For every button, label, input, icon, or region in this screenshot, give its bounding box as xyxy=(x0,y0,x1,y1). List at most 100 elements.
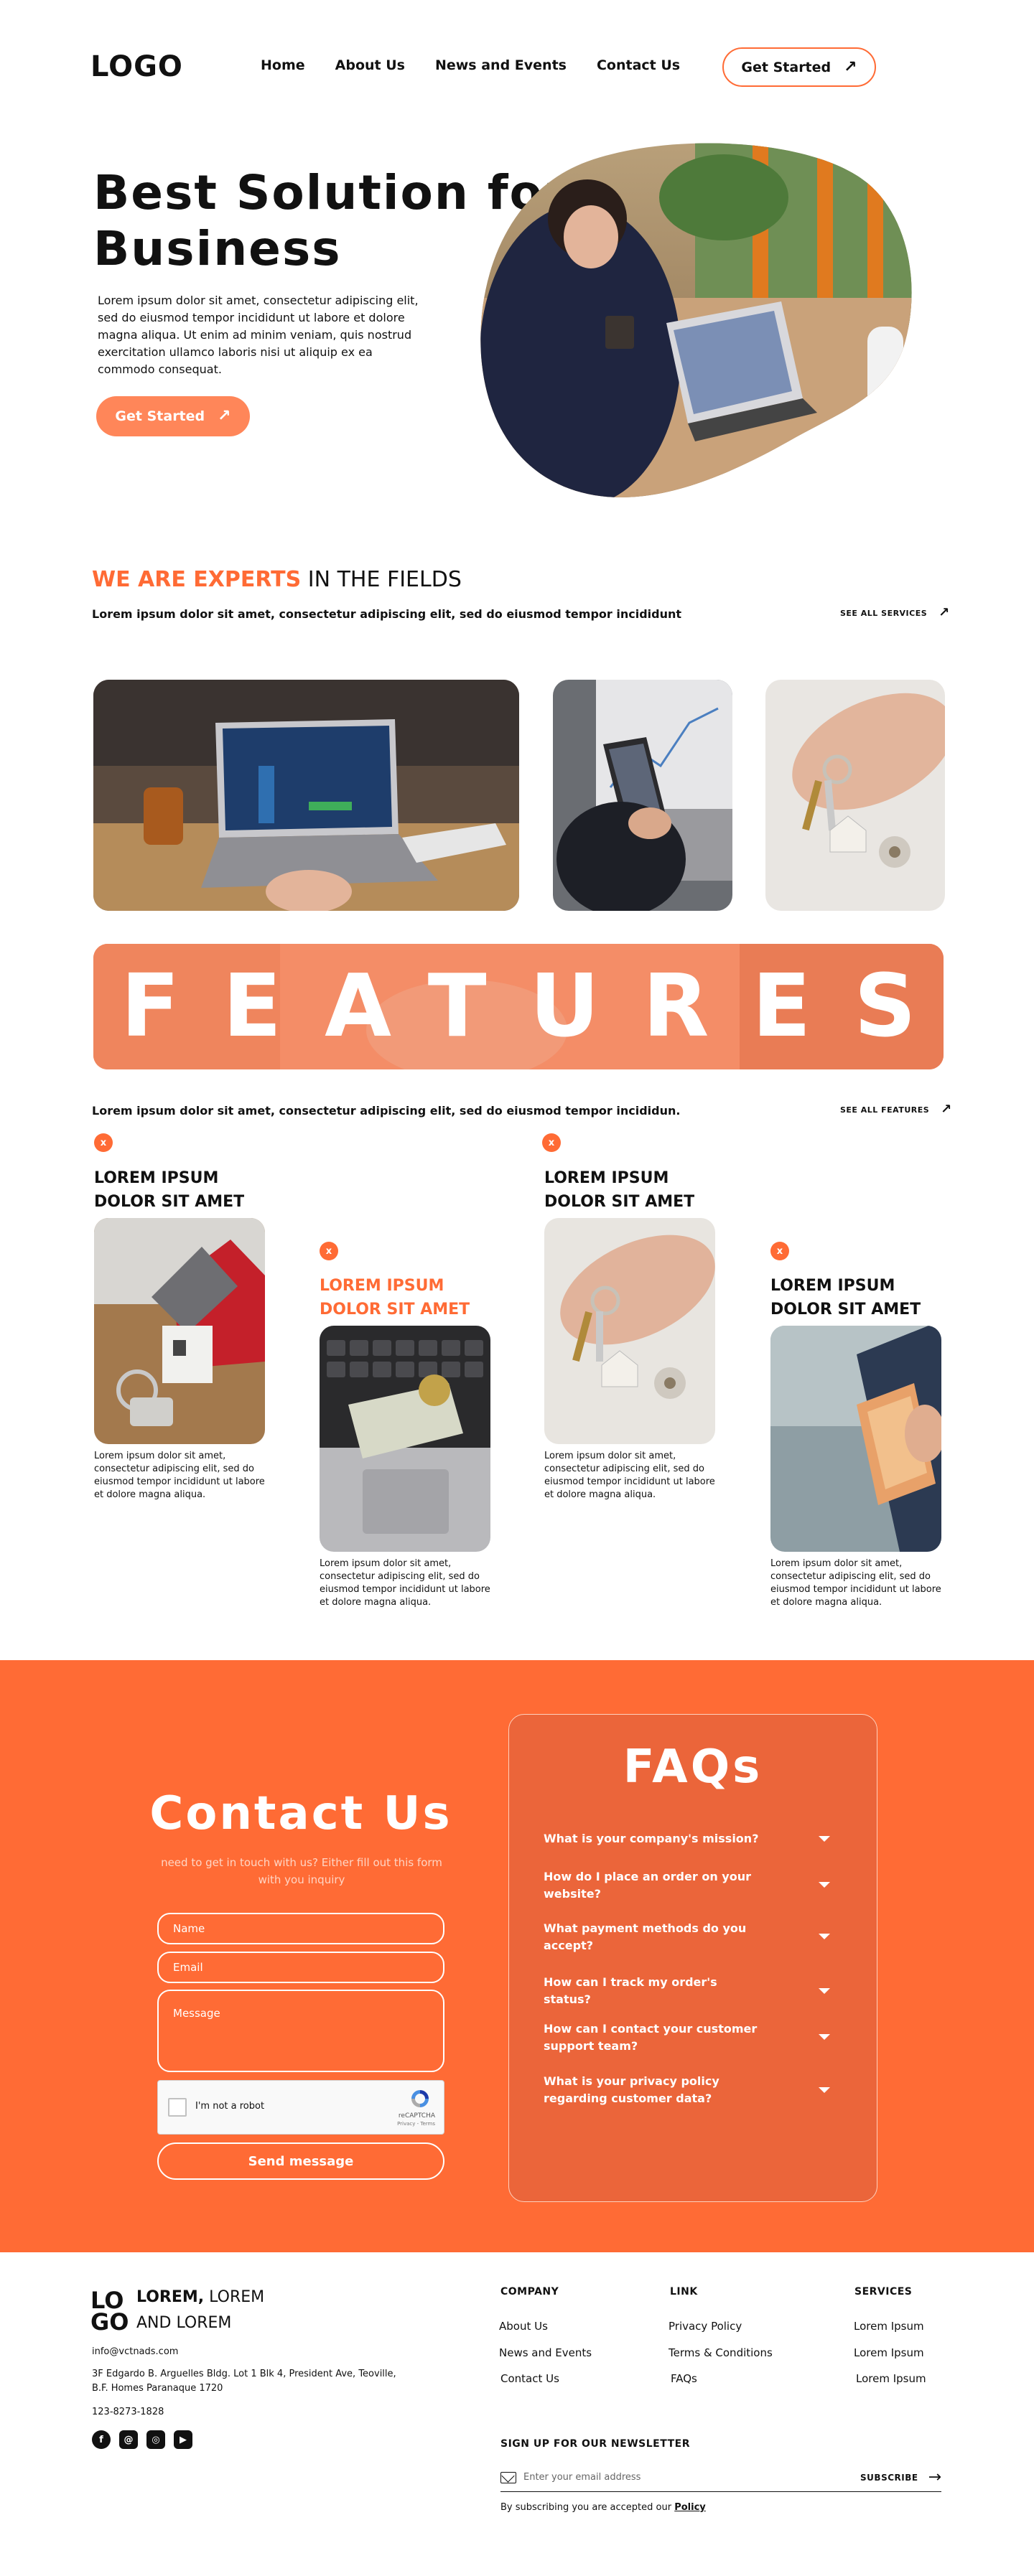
nav-home[interactable]: Home xyxy=(261,57,305,73)
recaptcha-checkbox[interactable] xyxy=(168,2098,187,2117)
footer-address-line1: 3F Edgardo B. Arguelles Bldg. Lot 1 Blk … xyxy=(92,2369,396,2379)
feature-text-3: Lorem ipsum dolor sit amet, consectetur … xyxy=(544,1451,715,1500)
nav-news-and-events[interactable]: News and Events xyxy=(435,57,567,73)
footer-link-privacy-policy[interactable]: Privacy Policy xyxy=(669,2320,742,2333)
feature-text-1: Lorem ipsum dolor sit amet, consectetur … xyxy=(94,1451,265,1500)
see-all-services-link[interactable]: SEE ALL SERVICES ↗ xyxy=(840,606,950,619)
facebook-icon[interactable]: f xyxy=(92,2430,111,2449)
feature-title-3-line2: DOLOR SIT AMET xyxy=(544,1193,695,1211)
footer-brand-bold: LOREM, xyxy=(136,2288,205,2306)
footer-brand-name: LOREM, LOREM AND LOREM xyxy=(136,2285,264,2336)
see-all-services-label: SEE ALL SERVICES xyxy=(840,608,928,618)
newsletter-form: Enter your email address SUBSCRIBE → xyxy=(500,2463,941,2492)
experts-subtitle: Lorem ipsum dolor sit amet, consectetur … xyxy=(92,607,682,621)
faq-question-4[interactable]: How can I track my order's status? xyxy=(544,1974,759,2008)
send-message-button[interactable]: Send message xyxy=(157,2142,444,2180)
footer-link-contact-us[interactable]: Contact Us xyxy=(500,2372,559,2385)
logo[interactable]: LOGO xyxy=(90,50,183,83)
feature-title-1-line2: DOLOR SIT AMET xyxy=(94,1193,245,1211)
footer-service-link-2[interactable]: Lorem Ipsum xyxy=(854,2346,924,2359)
feature-image-keys xyxy=(544,1218,715,1444)
recaptcha-widget: I'm not a robot reCAPTCHA Privacy - Term… xyxy=(157,2080,444,2135)
footer-service-link-1[interactable]: Lorem Ipsum xyxy=(854,2320,924,2333)
feature-title-4: LOREM IPSUM DOLOR SIT AMET xyxy=(770,1274,957,1321)
feature-badge-3: x xyxy=(542,1133,561,1152)
header-get-started-label: Get Started xyxy=(741,59,832,75)
see-all-features-link[interactable]: SEE ALL FEATURES ↗ xyxy=(840,1103,952,1116)
message-field[interactable]: Message xyxy=(157,1990,444,2072)
nav-about-us[interactable]: About Us xyxy=(335,57,405,73)
feature-title-2-line1: LOREM IPSUM xyxy=(320,1277,444,1295)
footer-link-about-us[interactable]: About Us xyxy=(499,2320,548,2333)
footer-logo[interactable]: LO GO xyxy=(90,2289,129,2336)
recaptcha-brand: reCAPTCHA xyxy=(398,2112,435,2120)
newsletter-note: By subscribing you are accepted our Poli… xyxy=(500,2502,706,2513)
faq-title: FAQs xyxy=(623,1741,763,1794)
experts-title: WE ARE EXPERTS IN THE FIELDS xyxy=(92,567,462,592)
feature-text-2: Lorem ipsum dolor sit amet, consectetur … xyxy=(320,1558,490,1608)
chevron-down-icon[interactable] xyxy=(819,2087,830,2093)
feature-title-4-line2: DOLOR SIT AMET xyxy=(770,1301,921,1319)
hero-get-started-button[interactable]: Get Started ↗ xyxy=(96,396,250,436)
recaptcha-label: I'm not a robot xyxy=(195,2101,265,2112)
main-nav: Home About Us News and Events Contact Us xyxy=(261,57,680,73)
newsletter-heading: SIGN UP FOR OUR NEWSLETTER xyxy=(500,2438,690,2450)
feature-badge-1: x xyxy=(94,1133,113,1152)
header-get-started-button[interactable]: Get Started ↗ xyxy=(722,47,876,87)
experts-title-rest: IN THE FIELDS xyxy=(301,567,462,592)
youtube-icon[interactable]: ▶ xyxy=(174,2430,192,2449)
recaptcha-icon xyxy=(411,2090,429,2107)
hero-text: Lorem ipsum dolor sit amet, consectetur … xyxy=(98,294,419,376)
footer-phone: 123-8273-1828 xyxy=(92,2407,164,2417)
footer-logo-bottom: GO xyxy=(90,2308,129,2336)
footer-service-link-3[interactable]: Lorem Ipsum xyxy=(856,2372,926,2385)
newsletter-email-input[interactable]: Enter your email address xyxy=(523,2472,860,2483)
footer-brand-rest: LOREM xyxy=(204,2288,265,2306)
email-field[interactable]: Email xyxy=(157,1952,444,1983)
footer-link-terms-conditions[interactable]: Terms & Conditions xyxy=(669,2346,773,2359)
instagram-icon[interactable]: ◎ xyxy=(146,2430,165,2449)
footer-address-line2: B.F. Homes Paranaque 1720 xyxy=(92,2383,223,2394)
feature-title-1-line1: LOREM IPSUM xyxy=(94,1169,219,1187)
site-header: LOGO Home About Us News and Events Conta… xyxy=(0,0,1034,136)
recaptcha-privacy-terms[interactable]: Privacy - Terms xyxy=(397,2121,435,2127)
feature-title-3: LOREM IPSUM DOLOR SIT AMET xyxy=(544,1166,731,1214)
name-field[interactable]: Name xyxy=(157,1913,444,1944)
faq-question-5[interactable]: How can I contact your customer support … xyxy=(544,2020,759,2055)
chevron-down-icon[interactable] xyxy=(819,1988,830,1994)
footer-company-heading: COMPANY xyxy=(500,2286,559,2298)
experts-title-highlight: WE ARE EXPERTS xyxy=(92,567,302,592)
footer-email[interactable]: info@vctnads.com xyxy=(92,2345,178,2359)
faq-question-3[interactable]: What payment methods do you accept? xyxy=(544,1920,759,1954)
nav-contact-us[interactable]: Contact Us xyxy=(597,57,680,73)
hero-get-started-label: Get Started xyxy=(115,408,205,424)
faq-question-1[interactable]: What is your company's mission? xyxy=(544,1830,759,1847)
see-all-features-label: SEE ALL FEATURES xyxy=(840,1105,930,1115)
threads-icon[interactable]: @ xyxy=(119,2430,138,2449)
footer-services-heading: SERVICES xyxy=(854,2286,913,2298)
faq-question-2[interactable]: How do I place an order on your website? xyxy=(544,1868,759,1903)
feature-image-laptop-money xyxy=(320,1326,490,1552)
feature-badge-2: x xyxy=(320,1242,338,1260)
features-banner: FEATURES xyxy=(93,944,944,1069)
service-photo-keys xyxy=(765,680,945,911)
newsletter-policy-link[interactable]: Policy xyxy=(674,2502,706,2513)
contact-subtitle: need to get in touch with us? Either fil… xyxy=(161,1856,442,1886)
feature-image-cash xyxy=(770,1326,941,1552)
feature-title-2: LOREM IPSUM DOLOR SIT AMET xyxy=(320,1274,506,1321)
arrow-up-right-icon: ↗ xyxy=(218,407,231,425)
feature-badge-4: x xyxy=(770,1242,789,1260)
chevron-down-icon[interactable] xyxy=(819,1934,830,1939)
faq-question-6[interactable]: What is your privacy policy regarding cu… xyxy=(544,2073,759,2107)
chevron-down-icon[interactable] xyxy=(819,1836,830,1842)
arrow-right-icon[interactable]: → xyxy=(928,2469,941,2486)
footer-brand-line2: AND LOREM xyxy=(136,2314,232,2332)
newsletter-note-text: By subscribing you are accepted our xyxy=(500,2502,675,2513)
feature-title-3-line1: LOREM IPSUM xyxy=(544,1169,669,1187)
footer-link-news-and-events[interactable]: News and Events xyxy=(499,2346,592,2359)
footer-link-faqs[interactable]: FAQs xyxy=(671,2372,697,2385)
subscribe-button[interactable]: SUBSCRIBE xyxy=(860,2473,918,2483)
chevron-down-icon[interactable] xyxy=(819,2034,830,2040)
page: LOGO Home About Us News and Events Conta… xyxy=(0,0,1034,2576)
chevron-down-icon[interactable] xyxy=(819,1882,830,1888)
